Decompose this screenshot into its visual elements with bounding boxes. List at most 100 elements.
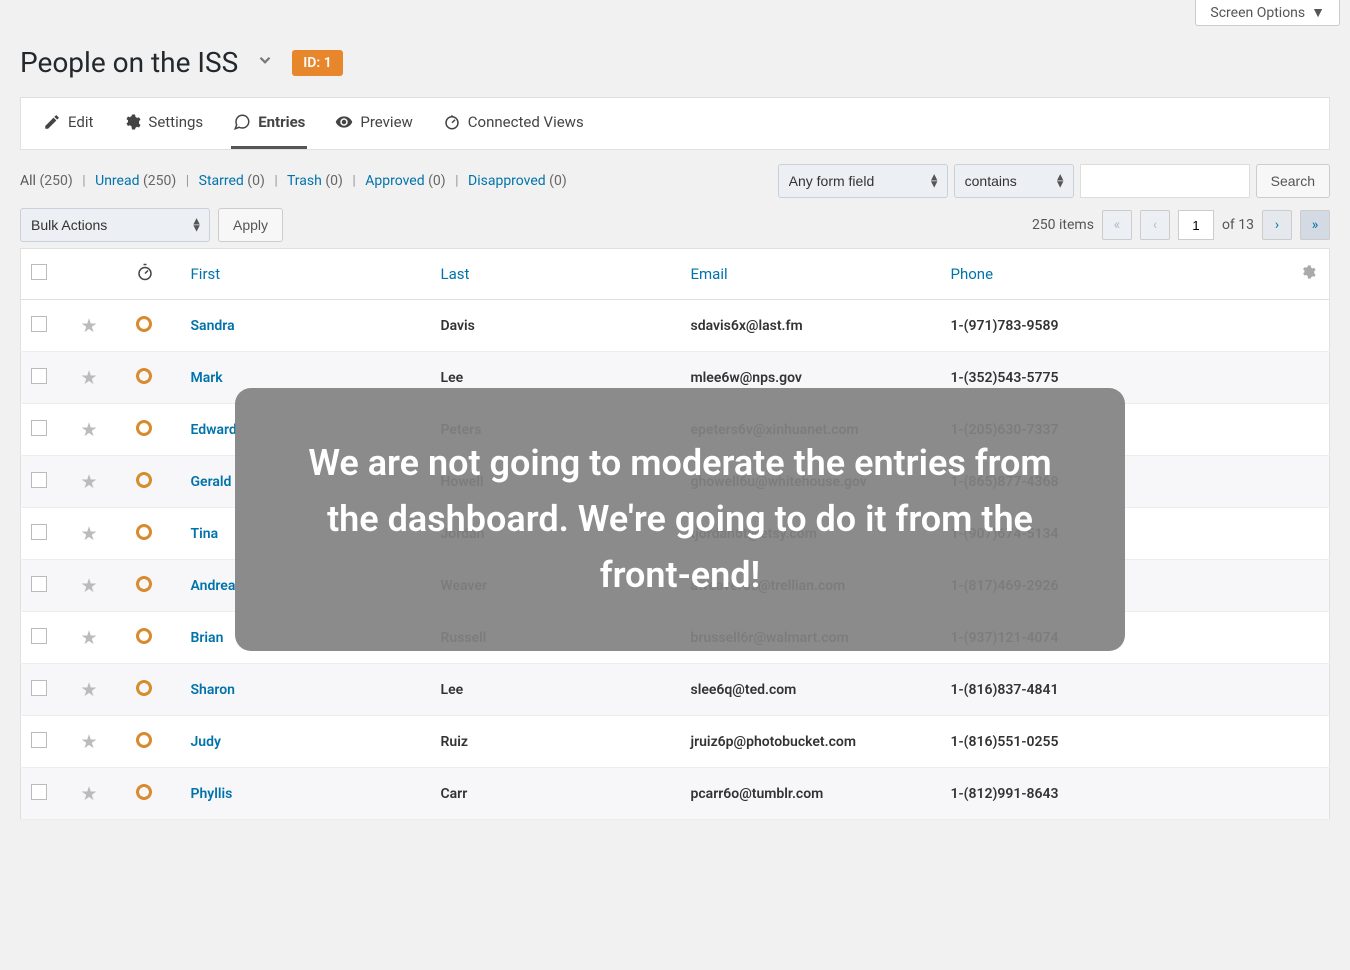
speech-bubble-icon (233, 113, 251, 131)
tab-settings[interactable]: Settings (121, 98, 205, 149)
page-next-button[interactable]: › (1262, 210, 1292, 240)
row-checkbox[interactable] (31, 784, 47, 800)
filter-starred[interactable]: Starred (0) (199, 173, 265, 189)
row-first-name[interactable]: Judy (191, 734, 221, 750)
page-prev-button[interactable]: ‹ (1140, 210, 1170, 240)
gears-icon (123, 113, 141, 131)
search-operator-select[interactable]: contains (954, 164, 1074, 198)
star-icon[interactable]: ★ (81, 418, 98, 441)
overlay-message: We are not going to moderate the entries… (235, 388, 1125, 651)
search-field-select[interactable]: Any form field (778, 164, 948, 198)
status-circle-icon[interactable] (136, 472, 152, 488)
row-first-name[interactable]: Gerald (191, 474, 232, 490)
row-phone: 1-(816)837-4841 (941, 664, 1290, 716)
column-phone[interactable]: Phone (941, 249, 1290, 300)
filter-trash[interactable]: Trash (0) (287, 173, 343, 189)
row-first-name[interactable]: Andrea (191, 578, 236, 594)
bulk-actions-select[interactable]: Bulk Actions (20, 208, 210, 242)
apply-button[interactable]: Apply (218, 208, 283, 242)
star-icon[interactable]: ★ (81, 626, 98, 649)
row-checkbox[interactable] (31, 576, 47, 592)
status-circle-icon[interactable] (136, 732, 152, 748)
star-icon[interactable]: ★ (81, 782, 98, 805)
tab-settings-label: Settings (148, 113, 203, 131)
row-last-name: Davis (431, 300, 681, 352)
row-checkbox[interactable] (31, 732, 47, 748)
page-title: People on the ISS (20, 46, 238, 79)
row-first-name[interactable]: Mark (191, 370, 223, 386)
status-circle-icon[interactable] (136, 784, 152, 800)
tab-edit-label: Edit (68, 113, 93, 131)
star-icon[interactable]: ★ (81, 366, 98, 389)
status-circle-icon[interactable] (136, 316, 152, 332)
row-last-name: Lee (431, 664, 681, 716)
page-last-button[interactable]: » (1300, 210, 1330, 240)
screen-options-toggle[interactable]: Screen Options ▼ (1195, 0, 1340, 26)
page-first-button[interactable]: « (1102, 210, 1132, 240)
pencil-icon (43, 113, 61, 131)
tab-entries-label: Entries (258, 113, 305, 131)
status-circle-icon[interactable] (136, 576, 152, 592)
filter-unread[interactable]: Unread (250) (95, 173, 176, 189)
tab-connected-views[interactable]: Connected Views (441, 98, 586, 149)
search-button[interactable]: Search (1256, 164, 1330, 198)
row-first-name[interactable]: Phyllis (191, 786, 233, 802)
status-circle-icon[interactable] (136, 524, 152, 540)
table-row: ★SandraDavissdavis6x@last.fm1-(971)783-9… (21, 300, 1330, 352)
items-count: 250 items (1032, 217, 1094, 233)
tab-edit[interactable]: Edit (41, 98, 95, 149)
chevron-down-icon[interactable] (256, 51, 274, 74)
star-icon[interactable]: ★ (81, 522, 98, 545)
star-icon[interactable]: ★ (81, 574, 98, 597)
row-first-name[interactable]: Sandra (191, 318, 235, 334)
row-first-name[interactable]: Brian (191, 630, 224, 646)
tab-preview-label: Preview (360, 113, 412, 131)
eye-icon (335, 113, 353, 131)
status-circle-icon[interactable] (136, 628, 152, 644)
screen-options-label: Screen Options (1210, 5, 1305, 21)
tab-entries[interactable]: Entries (231, 98, 307, 149)
row-checkbox[interactable] (31, 680, 47, 696)
row-first-name[interactable]: Edward (191, 422, 237, 438)
row-checkbox[interactable] (31, 524, 47, 540)
filter-links: All (250) | Unread (250) | Starred (0) |… (20, 173, 567, 189)
search-input[interactable] (1080, 164, 1250, 198)
row-last-name: Ruiz (431, 716, 681, 768)
row-first-name[interactable]: Tina (191, 526, 219, 542)
gear-icon[interactable] (1300, 266, 1316, 284)
filter-all-label[interactable]: All (20, 173, 36, 189)
status-circle-icon[interactable] (136, 368, 152, 384)
tab-connected-label: Connected Views (468, 113, 584, 131)
table-row: ★ Sharon Leeslee6q@ted.com1-(816)837-4841 (21, 664, 1330, 716)
column-first[interactable]: First (181, 249, 431, 300)
gauge-icon (443, 113, 461, 131)
select-all-checkbox[interactable] (31, 264, 47, 280)
column-last[interactable]: Last (431, 249, 681, 300)
star-icon[interactable]: ★ (81, 470, 98, 493)
row-phone: 1-(816)551-0255 (941, 716, 1290, 768)
row-checkbox[interactable] (31, 472, 47, 488)
row-checkbox[interactable] (31, 368, 47, 384)
status-circle-icon[interactable] (136, 680, 152, 696)
row-email: slee6q@ted.com (681, 664, 941, 716)
row-first-name[interactable]: Sharon (191, 682, 235, 698)
filter-approved[interactable]: Approved (0) (365, 173, 445, 189)
stopwatch-icon (136, 263, 154, 285)
status-circle-icon[interactable] (136, 420, 152, 436)
row-checkbox[interactable] (31, 420, 47, 436)
page-input[interactable] (1178, 210, 1214, 240)
row-checkbox[interactable] (31, 628, 47, 644)
star-icon[interactable]: ★ (81, 678, 98, 701)
star-icon[interactable]: ★ (81, 314, 98, 337)
tab-preview[interactable]: Preview (333, 98, 414, 149)
row-phone: 1-(812)991-8643 (941, 768, 1290, 820)
filter-disapproved[interactable]: Disapproved (0) (468, 173, 567, 189)
table-row: ★JudyRuizjruiz6p@photobucket.com1-(816)5… (21, 716, 1330, 768)
star-icon[interactable]: ★ (81, 730, 98, 753)
caret-down-icon: ▼ (1311, 4, 1325, 21)
row-email: sdavis6x@last.fm (681, 300, 941, 352)
column-email[interactable]: Email (681, 249, 941, 300)
table-row: ★PhyllisCarrpcarr6o@tumblr.com1-(812)991… (21, 768, 1330, 820)
row-checkbox[interactable] (31, 316, 47, 332)
pagination: 250 items « ‹ of 13 › » (1032, 210, 1330, 240)
